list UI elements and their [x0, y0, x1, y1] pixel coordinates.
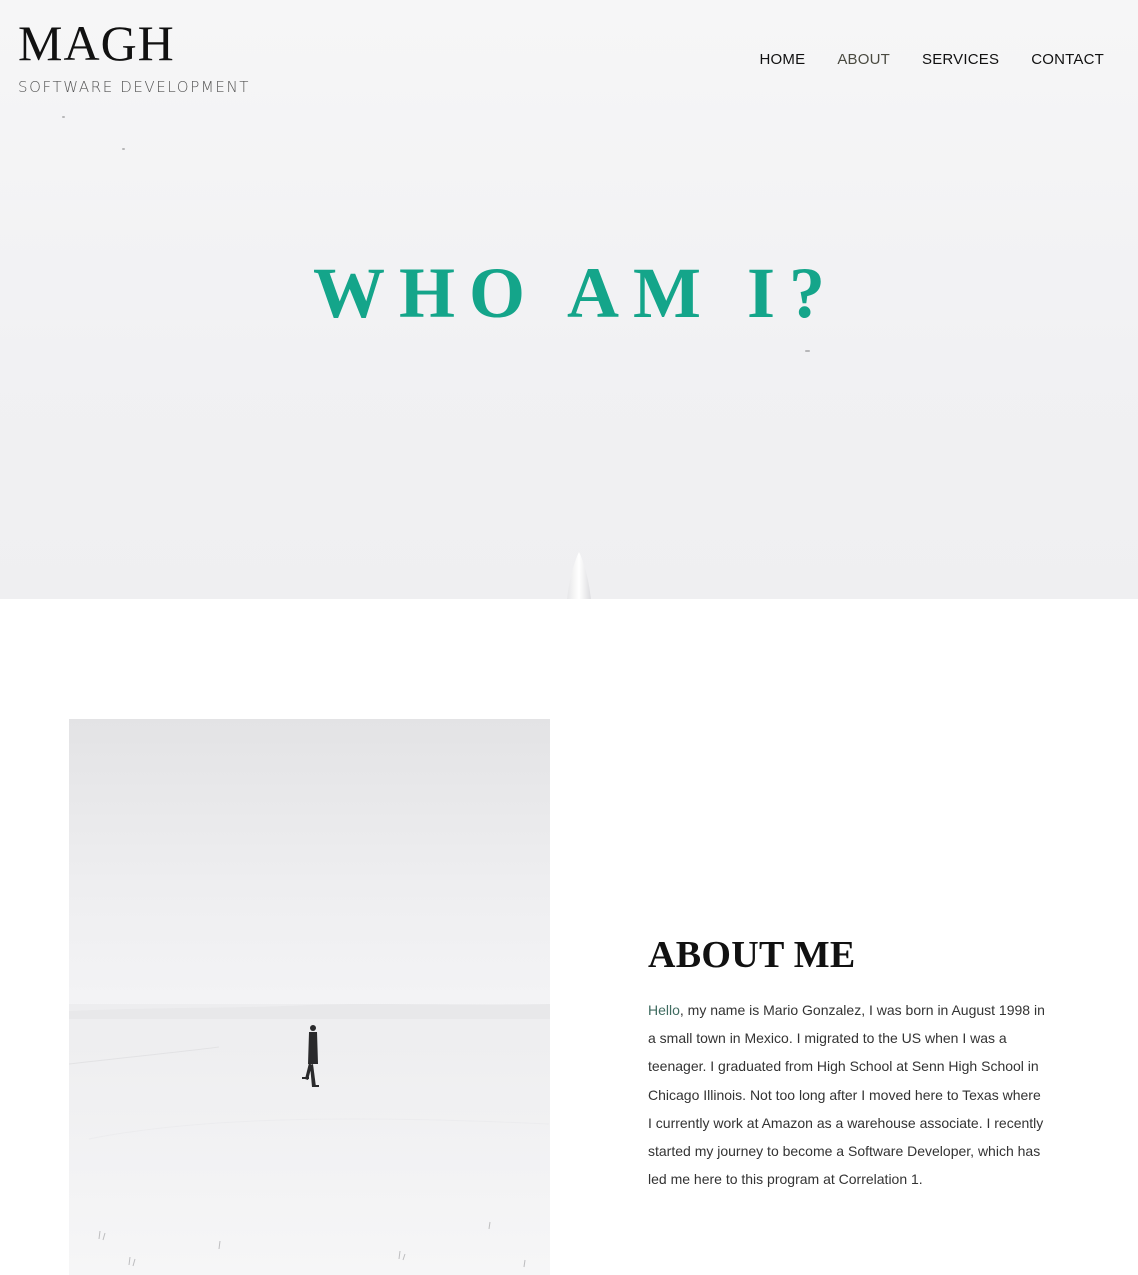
main-nav: HOME ABOUT SERVICES CONTACT: [760, 51, 1104, 68]
site-logo[interactable]: MAGH SOFTWARE DEVELOPMENT: [18, 18, 250, 96]
nav-contact-link[interactable]: CONTACT: [1031, 51, 1104, 68]
rocket-tip-image: [567, 552, 591, 599]
background-speck: [122, 148, 125, 150]
background-speck: [805, 350, 810, 352]
about-section: ABOUT ME Hello, my name is Mario Gonzale…: [0, 599, 1138, 1275]
hero-title: WHO AM I?: [312, 253, 839, 333]
nav-home-link[interactable]: HOME: [760, 51, 806, 68]
greeting-word: Hello: [648, 1002, 680, 1018]
about-heading: ABOUT ME: [648, 934, 856, 976]
about-body-text: , my name is Mario Gonzalez, I was born …: [648, 1002, 1045, 1188]
brand-tagline: SOFTWARE DEVELOPMENT: [18, 78, 251, 96]
background-speck: [62, 116, 65, 118]
about-paragraph: Hello, my name is Mario Gonzalez, I was …: [648, 996, 1048, 1193]
nav-about-link[interactable]: ABOUT: [837, 51, 890, 68]
person-walking-snowfield-image: [69, 719, 550, 1275]
nav-services-link[interactable]: SERVICES: [922, 51, 999, 68]
hero-section: MAGH SOFTWARE DEVELOPMENT HOME ABOUT SER…: [0, 0, 1138, 599]
brand-name: MAGH: [18, 15, 175, 71]
